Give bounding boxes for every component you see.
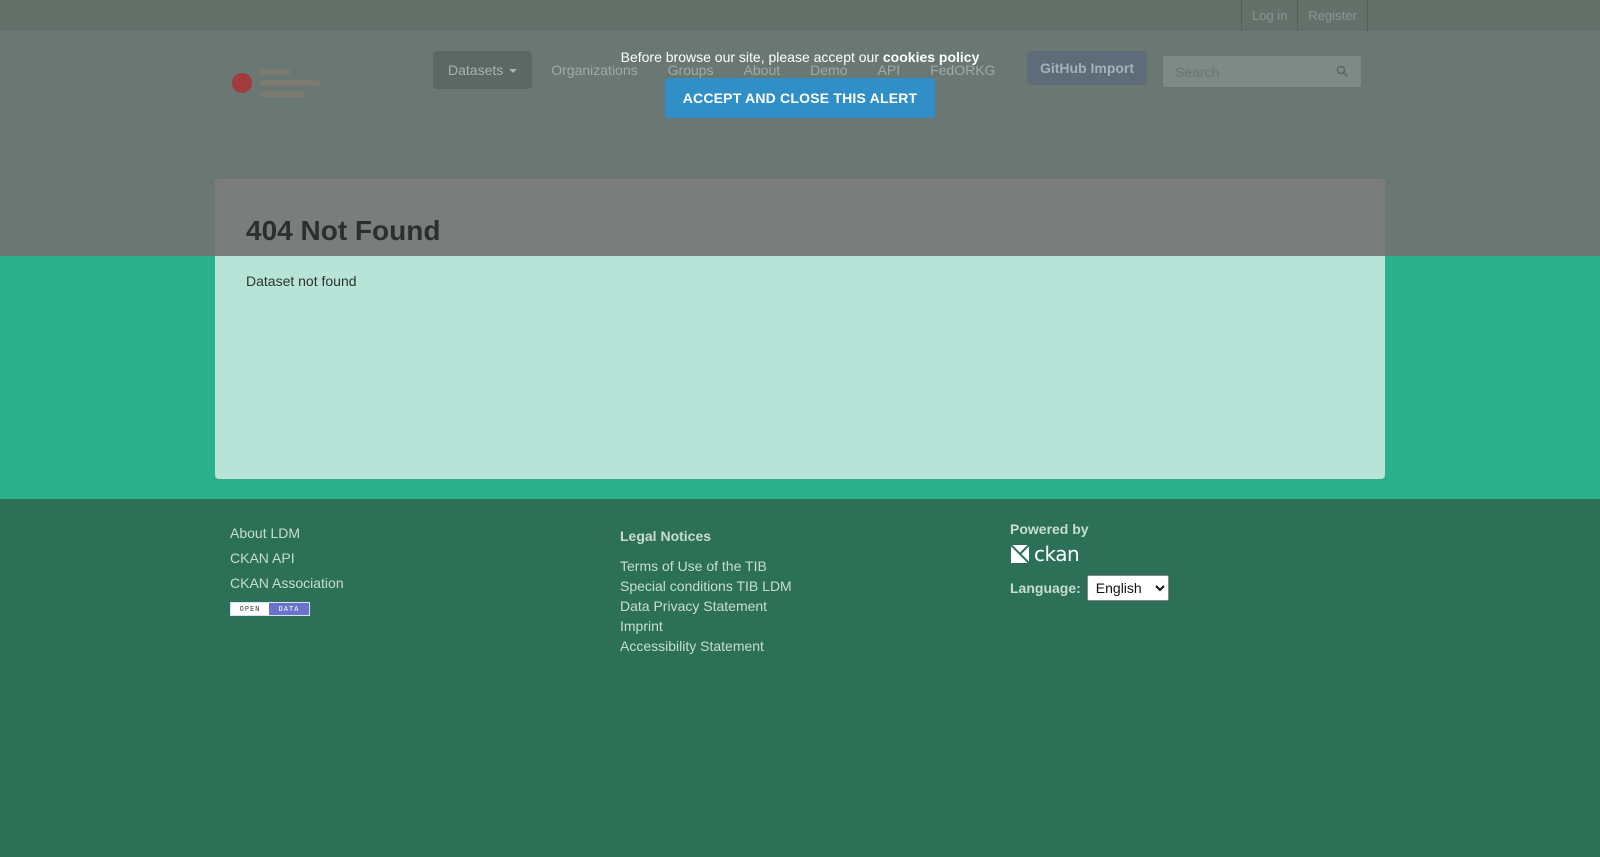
language-select[interactable]: English [1086, 575, 1169, 601]
open-data-badge-right: DATA [278, 605, 300, 613]
footer-link-about-ldm[interactable]: About LDM [230, 521, 344, 546]
legal-link-accessibility[interactable]: Accessibility Statement [620, 636, 792, 656]
language-label: Language: [1010, 580, 1081, 596]
error-message: Dataset not found [246, 273, 357, 289]
main-content: 404 Not Found Dataset not found [215, 179, 1385, 479]
cookie-message: Before browse our site, please accept ou… [620, 49, 883, 65]
open-data-badge[interactable]: OPEN DATA [230, 602, 310, 616]
logo-mark-icon [232, 73, 252, 93]
login-link[interactable]: Log in [1241, 0, 1297, 31]
legal-notices: Legal Notices Terms of Use of the TIB Sp… [620, 528, 792, 656]
search-icon[interactable] [1336, 65, 1348, 77]
page-title: 404 Not Found [246, 215, 441, 246]
cookie-policy-link[interactable]: cookies policy [883, 49, 979, 65]
ckan-logo-icon [1010, 544, 1030, 564]
logo-wordmark [260, 69, 330, 97]
footer-attribution: Powered by ckan Language: English [1010, 521, 1169, 601]
account-bar: Log in Register [0, 0, 1600, 31]
footer-link-ckan-api[interactable]: CKAN API [230, 546, 344, 571]
ckan-wordmark: ckan [1034, 542, 1080, 566]
legal-notices-title: Legal Notices [620, 528, 712, 544]
powered-by-label: Powered by [1010, 521, 1089, 537]
legal-link-imprint[interactable]: Imprint [620, 616, 792, 636]
cookie-alert-text: Before browse our site, please accept ou… [0, 49, 1600, 65]
legal-link-terms[interactable]: Terms of Use of the TIB [620, 556, 792, 576]
footer-link-ckan-association[interactable]: CKAN Association [230, 571, 344, 596]
account-links: Log in Register [1241, 0, 1368, 31]
legal-link-special-conditions[interactable]: Special conditions TIB LDM [620, 576, 792, 596]
caret-down-icon [509, 69, 518, 74]
register-link[interactable]: Register [1297, 0, 1368, 31]
accept-cookies-button[interactable]: ACCEPT AND CLOSE THIS ALERT [665, 78, 935, 118]
site-footer: About LDM CKAN API CKAN Association OPEN… [0, 499, 1600, 857]
legal-link-privacy[interactable]: Data Privacy Statement [620, 596, 792, 616]
ckan-logo[interactable]: ckan [1010, 542, 1169, 566]
open-data-badge-left: OPEN [231, 603, 269, 615]
language-selector: Language: English [1010, 575, 1169, 601]
footer-links: About LDM CKAN API CKAN Association OPEN… [230, 521, 344, 616]
